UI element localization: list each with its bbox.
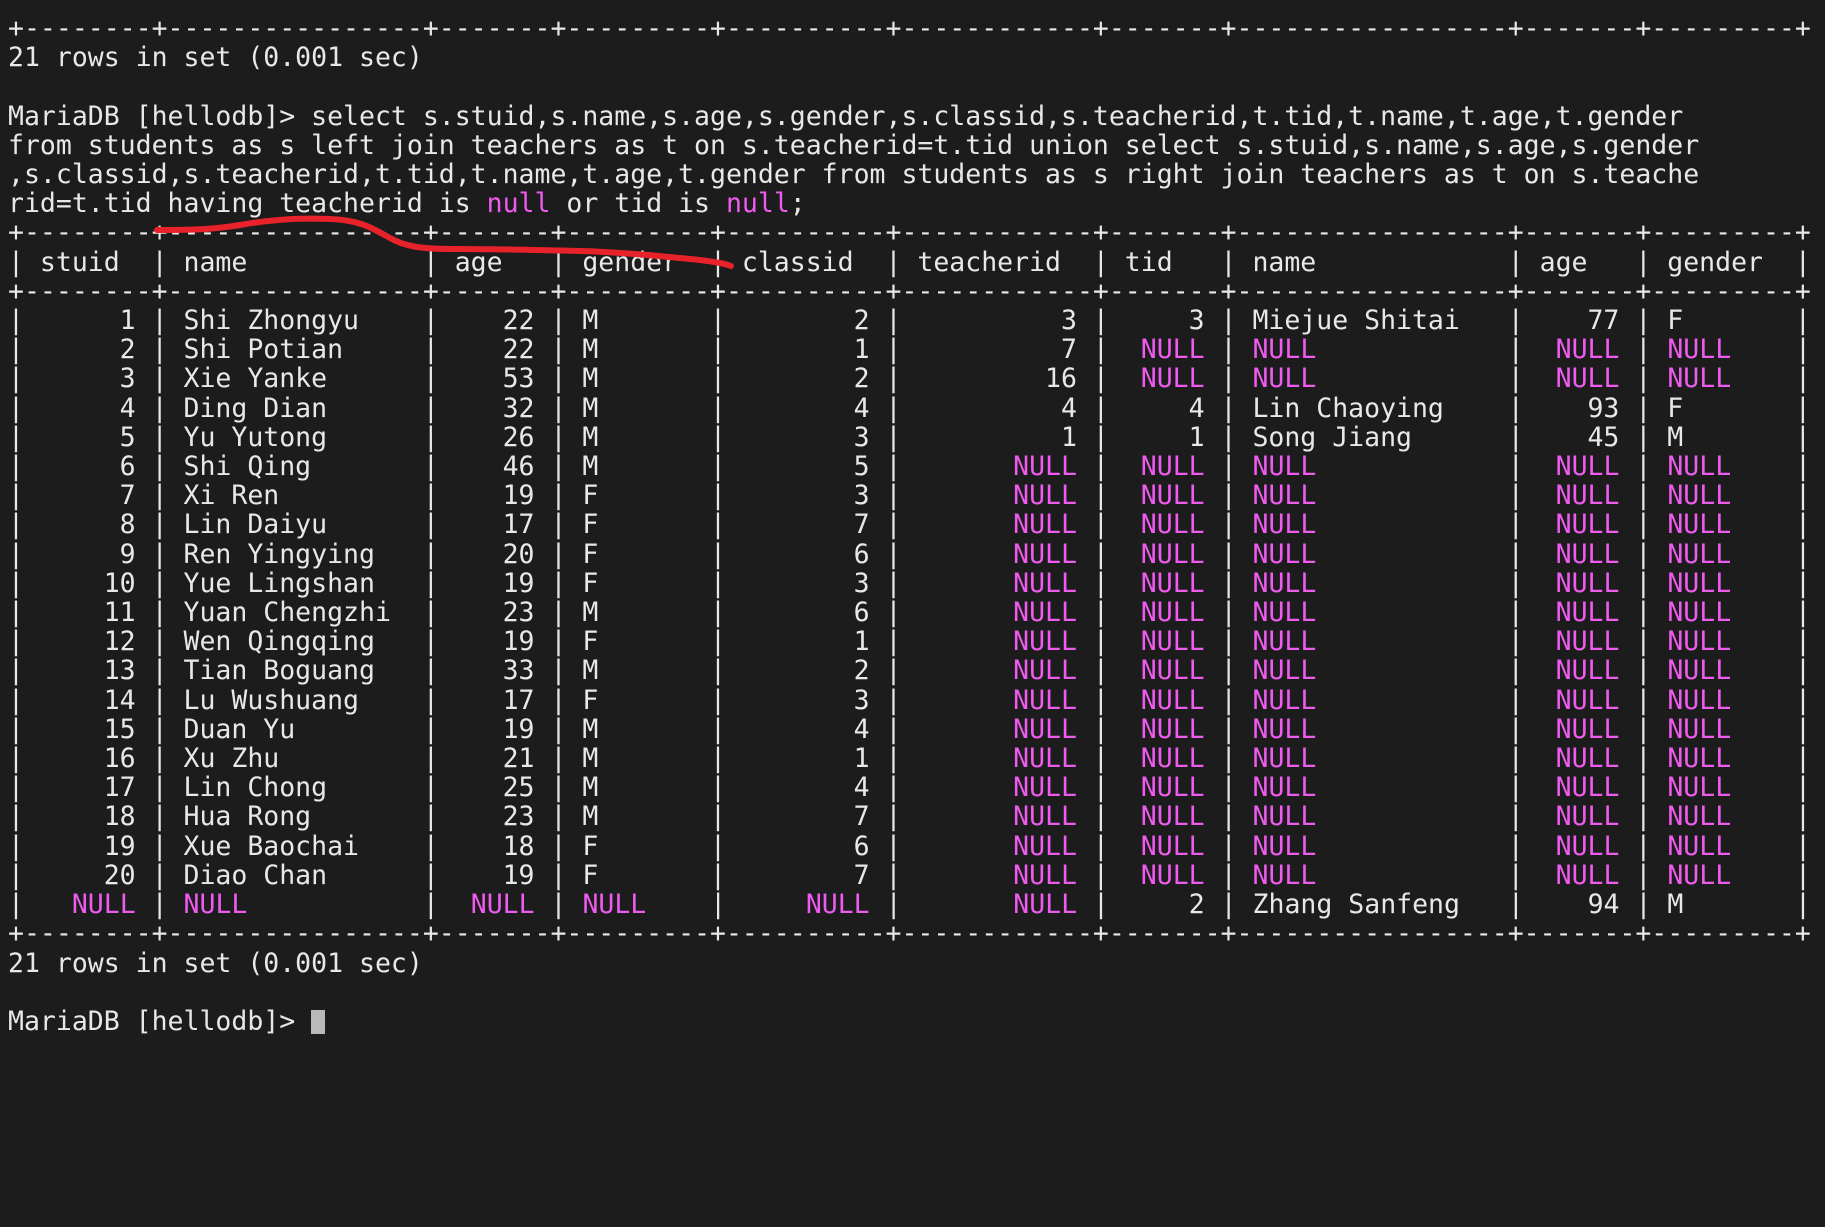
terminal-output[interactable]: +--------+----------------+-------+-----… [0,0,1825,1036]
text-cursor [311,1010,325,1034]
terminal-window[interactable]: +--------+----------------+-------+-----… [0,0,1825,1227]
